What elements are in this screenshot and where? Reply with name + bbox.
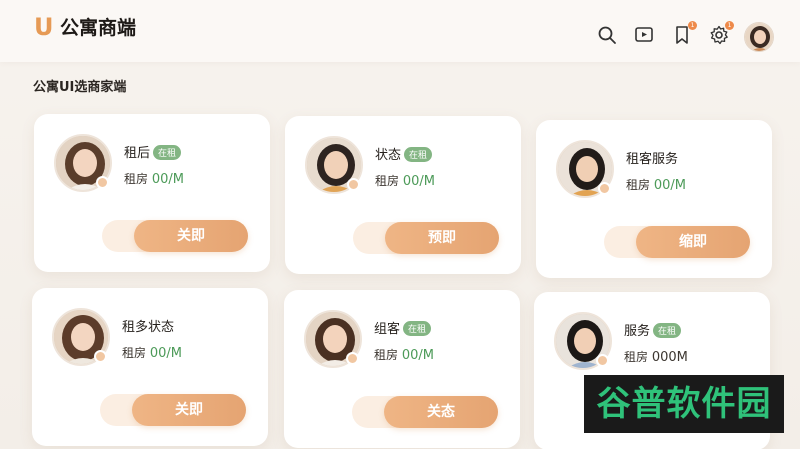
action-track: 关即 [100,394,246,426]
card-price: 租房 00/M [122,346,182,361]
status-dot [96,176,109,189]
section-title: 公寓UI选商家端 [33,80,127,95]
status-dot [347,178,360,191]
top-bar: U 公寓商端 1 1 [0,0,800,62]
card-price: 租房 00/M [124,172,184,187]
brand-logo[interactable]: U [34,14,54,40]
status-tag: 在租 [653,323,682,338]
action-button[interactable]: 预即 [385,222,499,254]
gear-icon[interactable]: 1 [708,21,734,46]
search-icon[interactable] [596,24,618,46]
card-price: 租房 00/M [626,178,686,193]
status-dot [346,352,359,365]
card-title: 租后 在租 [124,142,182,161]
card-price: 租房 00/M [375,174,435,189]
card-price: 租房 000M [624,350,688,365]
settings-badge: 1 [725,21,734,30]
bookmark-icon[interactable]: 1 [671,21,697,46]
action-button[interactable]: 关态 [384,396,498,428]
notification-badge: 1 [688,21,697,30]
action-track: 预即 [353,222,499,254]
user-avatar[interactable] [744,22,774,52]
tenant-card[interactable]: 租后 在租 租房 00/M 关即 [34,114,270,272]
card-title: 状态 在租 [375,144,433,163]
card-title: 服务 在租 [624,320,682,339]
tenant-card[interactable]: 租客服务 租房 00/M 缩即 [536,120,772,278]
status-tag: 在租 [153,145,182,160]
status-tag: 在租 [404,147,433,162]
tenant-card[interactable]: 组客 在租 租房 00/M 关态 [284,290,520,448]
status-tag: 在租 [403,321,432,336]
card-price: 租房 00/M [374,348,434,363]
app-title: 公寓商端 [60,17,137,39]
action-button[interactable]: 缩即 [636,226,750,258]
action-button[interactable]: 关即 [132,394,246,426]
status-dot [598,182,611,195]
card-title: 组客 在租 [374,318,432,337]
status-dot [94,350,107,363]
card-title: 租客服务 [626,152,679,167]
action-track: 缩即 [604,226,750,258]
tenant-card[interactable]: 状态 在租 租房 00/M 预即 [285,116,521,274]
card-title: 租多状态 [122,320,175,335]
action-track: 关态 [352,396,498,428]
action-button[interactable]: 关即 [134,220,248,252]
status-dot [596,354,609,367]
watermark-logo: 谷普软件园 [584,375,784,433]
play-icon[interactable] [633,24,655,46]
tenant-card[interactable]: 租多状态 租房 00/M 关即 [32,288,268,446]
action-track: 关即 [102,220,248,252]
